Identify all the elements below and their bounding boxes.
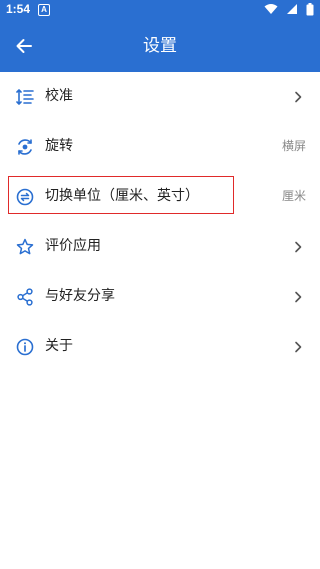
unit-value: 厘米 (281, 189, 306, 203)
wifi-icon (264, 4, 278, 14)
star-icon (16, 238, 34, 255)
settings-item-rate-app[interactable]: 评价应用 (0, 222, 320, 272)
rotate-icon (18, 139, 32, 155)
status-time: 1:54 (6, 2, 31, 16)
settings-item-label: 校准 (45, 88, 73, 104)
status-bar: 1:54 A (0, 0, 320, 20)
chevron-right-icon (295, 291, 302, 303)
calibrate-icon (16, 89, 34, 105)
app-bar: 设置 (0, 20, 320, 72)
settings-item-label: 旋转 (45, 138, 73, 154)
settings-item-calibrate[interactable]: 校准 (0, 72, 320, 122)
settings-item-about[interactable]: 关于 (0, 322, 320, 372)
settings-item-label: 关于 (45, 338, 73, 354)
battery-icon (306, 3, 314, 16)
settings-list: 校准 旋转 横屏 切换单位（厘米、英寸） 厘米 评价应用 与好友分享 关于 (0, 72, 320, 372)
chevron-right-icon (295, 341, 302, 353)
info-icon (16, 338, 34, 356)
notification-icon: A (38, 4, 50, 16)
signal-icon (286, 4, 297, 14)
settings-item-share[interactable]: 与好友分享 (0, 272, 320, 322)
settings-item-rotate[interactable]: 旋转 横屏 (0, 122, 320, 172)
page-title: 设置 (143, 36, 177, 56)
settings-item-switch-unit[interactable]: 切换单位（厘米、英寸） 厘米 (0, 172, 320, 222)
switch-unit-icon (16, 188, 34, 206)
chevron-right-icon (295, 91, 302, 103)
share-icon (17, 288, 33, 306)
settings-item-label: 与好友分享 (45, 288, 115, 304)
rotate-value: 横屏 (281, 139, 306, 153)
settings-item-label: 切换单位（厘米、英寸） (45, 188, 199, 204)
settings-item-label: 评价应用 (45, 238, 101, 254)
chevron-right-icon (295, 241, 302, 253)
